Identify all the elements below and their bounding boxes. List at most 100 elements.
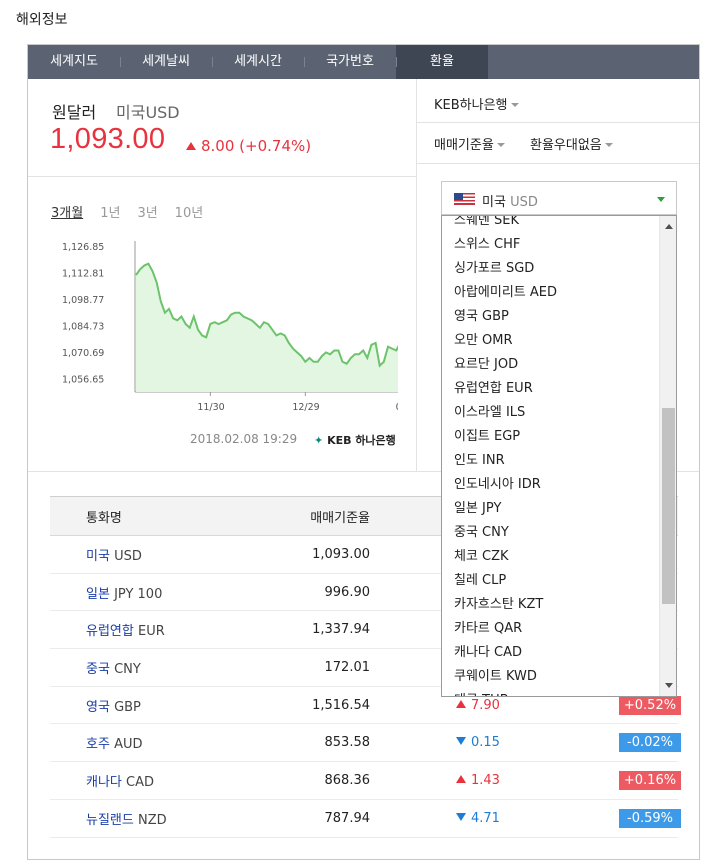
currency-option[interactable]: 오만 OMR — [442, 329, 660, 353]
divider — [417, 122, 699, 123]
currency-code: NZD — [137, 812, 167, 828]
keb-hana-logo: ✦ KEB 하나은행 — [314, 432, 396, 448]
period-tabs: 3개월 1년 3년 10년 — [51, 202, 220, 221]
tab-world-time[interactable]: 세계시간 — [212, 45, 304, 79]
scroll-up-icon[interactable] — [665, 224, 673, 229]
currency-option[interactable]: 스위스 CHF — [442, 233, 660, 257]
country-name: 영국 — [86, 699, 110, 715]
percent-badge: -0.02% — [619, 733, 681, 753]
country-name: 미국 — [86, 548, 110, 564]
currency-option[interactable]: 체코 CZK — [442, 545, 660, 569]
y-tick-label: 1,070.69 — [62, 348, 104, 359]
currency-name-link[interactable]: 뉴질랜드 NZD — [50, 809, 260, 828]
rate-basis-selector[interactable]: 매매기준율 — [434, 134, 505, 153]
currency-option[interactable]: 중국 CNY — [442, 521, 660, 545]
currency-name-link[interactable]: 중국 CNY — [50, 658, 260, 677]
country-name: 유럽연합 — [86, 624, 134, 640]
quote-code: 미국USD — [116, 103, 180, 122]
currency-code: CNY — [114, 661, 141, 677]
tab-world-map[interactable]: 세계지도 — [28, 45, 120, 79]
quote-price: 1,093.00 — [50, 123, 166, 155]
currency-option[interactable]: 유럽연합 EUR — [442, 377, 660, 401]
y-tick-label: 1,084.73 — [62, 321, 104, 332]
percent-cell: -0.59% — [500, 808, 681, 828]
currency-code: USD — [114, 548, 142, 564]
exchange-rate-chart: 1,126.85 1,112.81 1,098.77 1,084.73 1,070.69… — [62, 241, 398, 413]
tab-world-weather[interactable]: 세계날씨 — [120, 45, 212, 79]
currency-option[interactable]: 태국 THB — [442, 689, 660, 696]
bank-selector[interactable]: KEB하나은행 — [434, 94, 519, 113]
quote-name: 원달러 — [52, 103, 97, 122]
up-arrow-icon — [456, 699, 466, 708]
currency-code: EUR — [137, 624, 165, 640]
currency-option[interactable]: 싱가포르 SGD — [442, 257, 660, 281]
rate-basis-label: 매매기준율 — [434, 138, 494, 153]
country-name: 중국 — [86, 661, 110, 677]
base-rate-cell: 853.58 — [324, 735, 371, 751]
change-cell: 0.15 — [370, 735, 500, 750]
scrollbar-thumb[interactable] — [662, 408, 675, 604]
table-row[interactable]: 캐나다 CAD 868.36 1.43 +0.16% — [50, 762, 681, 800]
currency-option[interactable]: 스웨덴 SEK — [442, 216, 660, 233]
percent-cell: +0.52% — [500, 695, 681, 715]
change-value: 4.71 — [471, 810, 500, 826]
country-name: 캐나다 — [86, 774, 122, 790]
change-cell: 1.43 — [370, 773, 500, 788]
change-value: 7.90 — [471, 697, 500, 713]
vertical-divider — [416, 79, 417, 471]
currency-option[interactable]: 영국 GBP — [442, 305, 660, 329]
period-10-years[interactable]: 10년 — [175, 202, 204, 221]
currency-option[interactable]: 칠레 CLP — [442, 569, 660, 593]
currency-option[interactable]: 요르단 JOD — [442, 353, 660, 377]
currency-option[interactable]: 일본 JPY — [442, 497, 660, 521]
up-arrow-icon — [456, 774, 466, 783]
currency-code: AUD — [114, 737, 143, 753]
hana-mark-icon: ✦ — [314, 434, 324, 447]
currency-option[interactable]: 인도네시아 IDR — [442, 473, 660, 497]
currency-option[interactable]: 카타르 QAR — [442, 617, 660, 641]
tab-exchange-rate[interactable]: 환율 — [396, 45, 488, 79]
currency-option[interactable]: 이스라엘 ILS — [442, 401, 660, 425]
currency-name-link[interactable]: 유럽연합 EUR — [50, 620, 260, 639]
bank-selector-label: KEB하나은행 — [434, 98, 508, 113]
country-name: 일본 — [86, 586, 110, 602]
quote-change-value: 8.00 (+0.74%) — [201, 137, 312, 155]
table-row[interactable]: 호주 AUD 853.58 0.15 -0.02% — [50, 724, 681, 763]
period-1-year[interactable]: 1년 — [100, 202, 120, 221]
tab-country-code[interactable]: 국가번호 — [304, 45, 396, 79]
currency-option[interactable]: 아랍에미리트 AED — [442, 281, 660, 305]
us-flag-icon — [454, 193, 475, 205]
currency-dropdown[interactable]: 스웨덴 SEK 스위스 CHF 싱가포르 SGD 아랍에미리트 AED 영국 GBP 오만… — [441, 215, 677, 697]
currency-select-label: 미국 USD — [482, 191, 538, 210]
percent-cell: -0.02% — [500, 733, 681, 753]
up-arrow-icon — [186, 142, 196, 150]
currency-option[interactable]: 쿠웨이트 KWD — [442, 665, 660, 689]
table-row[interactable]: 뉴질랜드 NZD 787.94 4.71 -0.59% — [50, 800, 681, 838]
currency-select[interactable]: 미국 USD — [441, 181, 677, 215]
page-title: 해외정보 — [16, 12, 68, 28]
currency-option[interactable]: 캐나다 CAD — [442, 641, 660, 665]
currency-option[interactable]: 인도 INR — [442, 449, 660, 473]
bank-logo-text: KEB 하나은행 — [327, 434, 396, 447]
currency-option[interactable]: 이집트 EGP — [442, 425, 660, 449]
change-cell: 4.71 — [370, 811, 500, 826]
dropdown-scrollbar[interactable] — [659, 216, 676, 696]
scroll-down-icon[interactable] — [665, 683, 673, 688]
change-value: 0.15 — [471, 735, 500, 751]
currency-name-link[interactable]: 캐나다 CAD — [50, 771, 260, 790]
currency-option[interactable]: 카자흐스탄 KZT — [442, 593, 660, 617]
preference-label: 환율우대없음 — [530, 138, 602, 153]
period-3-years[interactable]: 3년 — [137, 202, 157, 221]
quote-summary: 원달러 미국USD 1,093.00 8.00 (+0.74%) — [28, 79, 416, 177]
period-3-months[interactable]: 3개월 — [51, 202, 83, 221]
currency-name-link[interactable]: 영국 GBP — [50, 696, 260, 715]
preference-selector[interactable]: 환율우대없음 — [530, 134, 613, 153]
currency-name-link[interactable]: 미국 USD — [50, 545, 260, 564]
chart-timestamp: 2018.02.08 19:29 — [190, 432, 298, 446]
currency-name-link[interactable]: 일본 JPY 100 — [50, 583, 260, 602]
quote-change: 8.00 (+0.74%) — [186, 137, 311, 155]
base-rate-cell: 996.90 — [324, 584, 371, 600]
currency-name-link[interactable]: 호주 AUD — [50, 733, 260, 752]
down-arrow-icon — [456, 737, 466, 746]
currency-code: CAD — [126, 774, 155, 790]
